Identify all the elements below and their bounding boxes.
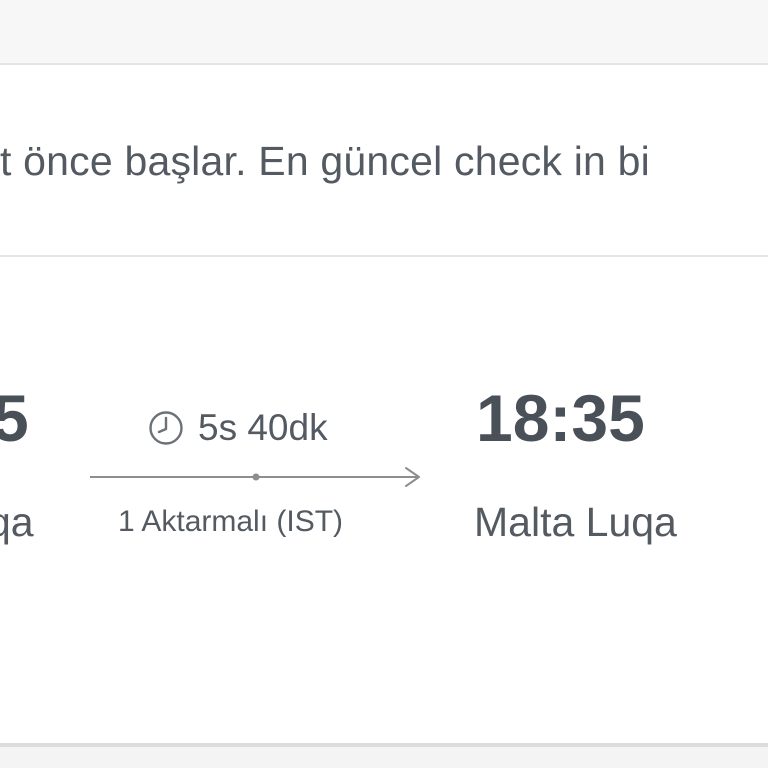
departure-city: qa	[0, 499, 34, 545]
duration-text: 5s 40dk	[198, 407, 328, 448]
arrival-city: Malta Luqa	[474, 499, 677, 545]
stops-info: 1 Aktarmalı (IST)	[118, 505, 344, 538]
page: t önce başlar. En güncel check in bi 5 q…	[0, 0, 768, 768]
flight-duration: 5s 40dk	[148, 407, 328, 449]
top-strip	[0, 0, 768, 63]
checkin-notice-text: t önce başlar. En güncel check in bi	[0, 138, 650, 184]
departure-time: 5	[0, 381, 29, 455]
route-line	[90, 467, 420, 487]
layover-dot	[252, 473, 260, 481]
clock-icon	[149, 411, 183, 445]
arrival-time: 18:35	[476, 381, 645, 455]
